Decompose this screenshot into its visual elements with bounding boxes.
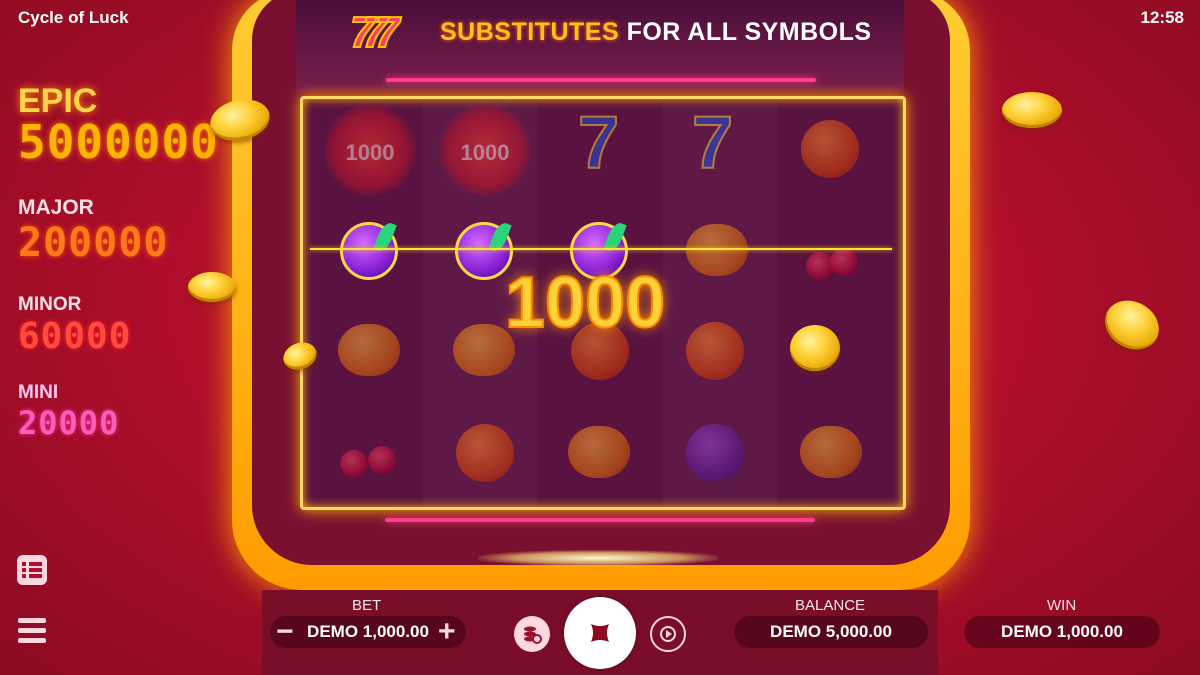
lemon-symbol-icon: [568, 426, 630, 478]
jackpot-minor-label: MINOR: [18, 294, 82, 315]
triple-seven-icon: 777: [349, 7, 401, 58]
jackpot-epic: EPIC 5000000: [18, 82, 219, 169]
win-amount-display: 1000: [504, 262, 666, 344]
menu-icon[interactable]: [16, 616, 48, 648]
balance-label: BALANCE: [795, 597, 866, 614]
menu-bar: [18, 618, 46, 623]
win-display: DEMO 1,000.00: [964, 616, 1160, 648]
jackpot-mini: MINI 20000: [18, 382, 119, 442]
bet-value: DEMO 1,000.00: [307, 622, 429, 641]
bet-decrease-button[interactable]: −: [276, 617, 294, 647]
gold-coin-icon: [188, 272, 236, 302]
cherry-symbol-icon: [830, 248, 858, 276]
jackpot-major-label: MAJOR: [18, 196, 94, 219]
lemon-symbol-icon: [338, 324, 400, 376]
balance-value: DEMO 5,000.00: [770, 622, 892, 641]
gold-coin-icon: [1096, 291, 1168, 359]
orange-symbol-icon: [456, 424, 514, 482]
seven-symbol-icon: 7: [577, 100, 620, 185]
bet-settings-icon: [524, 626, 542, 644]
base-glow: [478, 550, 718, 566]
bet-increase-button[interactable]: +: [438, 617, 456, 647]
bonus-coin-symbol: 1000: [324, 104, 416, 196]
cherry-symbol-icon: [368, 446, 396, 474]
gold-coin-icon: [1002, 92, 1062, 128]
stop-button[interactable]: [564, 597, 636, 669]
banner-highlight: SUBSTITUTES: [440, 18, 620, 46]
jackpot-mini-label: MINI: [18, 382, 59, 403]
stop-icon: [591, 624, 609, 642]
win-label: WIN: [1047, 597, 1077, 614]
banner-rest: FOR ALL SYMBOLS: [626, 18, 872, 46]
bonus-value: 1000: [345, 140, 395, 165]
bonus-coin-symbol: 1000: [439, 104, 531, 196]
menu-bar: [18, 628, 46, 633]
orange-symbol-icon: [801, 120, 859, 178]
bottom-neon-line: [385, 518, 815, 522]
game-title: Cycle of Luck: [18, 8, 129, 27]
jackpot-major: MAJOR 200000: [18, 196, 169, 266]
jackpot-minor-value: 60000: [18, 316, 132, 357]
plum-symbol-icon: [686, 424, 744, 482]
jackpot-epic-value: 5000000: [18, 115, 219, 169]
seven-symbol-icon: 7: [691, 100, 734, 185]
jackpot-major-value: 200000: [18, 220, 169, 266]
paytable-icon[interactable]: [16, 554, 48, 586]
jackpot-mini-value: 20000: [18, 404, 120, 442]
bet-settings-button[interactable]: [514, 616, 550, 652]
bonus-value: 1000: [460, 140, 510, 165]
autoplay-button[interactable]: [650, 616, 686, 652]
lemon-symbol-icon: [686, 224, 748, 276]
orange-symbol-icon: [686, 322, 744, 380]
lemon-symbol-icon: [800, 426, 862, 478]
menu-bar: [18, 638, 46, 643]
win-value: DEMO 1,000.00: [1001, 622, 1123, 641]
clock: 12:58: [1140, 8, 1184, 27]
cherry-symbol-icon: [340, 450, 368, 478]
autoplay-icon: [660, 626, 676, 642]
banner-neon-line: [386, 78, 816, 82]
jackpot-minor: MINOR 60000: [18, 294, 131, 357]
balance-display: DEMO 5,000.00: [734, 616, 928, 648]
banner-text: SUBSTITUTES FOR ALL SYMBOLS: [440, 18, 872, 47]
payline: [310, 248, 892, 250]
bet-label: BET: [352, 597, 382, 614]
gold-coin-icon: [790, 325, 840, 371]
bet-display: DEMO 1,000.00: [270, 616, 466, 648]
paytable-glyph: [17, 555, 47, 585]
